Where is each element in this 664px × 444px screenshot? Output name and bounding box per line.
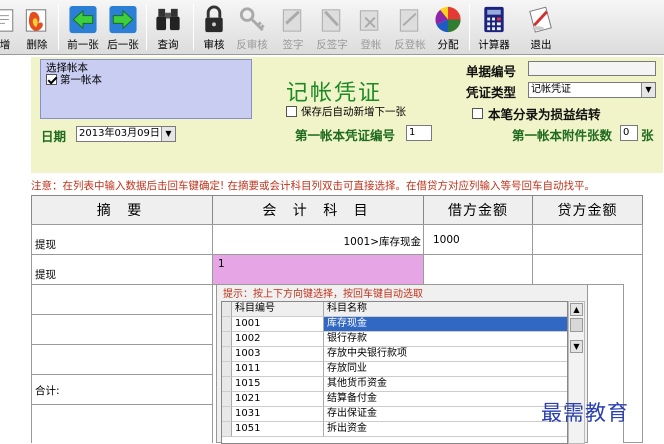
row2-account-input[interactable]: 1 [212,254,424,285]
row5-summary-cell[interactable] [31,344,213,375]
list-item[interactable]: 1031 存出保证金 [222,407,567,422]
profit-transfer-option[interactable]: 本笔分录为损益结转 [472,104,601,123]
voucher-no-label: 第一帐本凭证编号 [295,128,396,143]
doc-no-label: 单据编号 [466,64,517,79]
profit-transfer-checkbox[interactable] [472,108,483,119]
unpost-icon [399,9,419,32]
page-title: 记帐凭证 [286,81,383,106]
column-header-debit: 借方金额 [423,195,533,225]
attach-count-field[interactable]: 0 [620,125,638,141]
notice-text: 注意：在列表中输入数据后击回车键确定! 在摘要或会计科目列双击可直接选择。在借贷… [31,180,596,192]
unaudit-button[interactable]: 反审核 [233,2,271,52]
next-button[interactable]: 后一张 [104,2,142,52]
list-item[interactable]: 1011 存放同业 [222,362,567,377]
voucher-type-label: 凭证类型 [466,85,517,100]
unpost-button[interactable]: 反登帐 [391,2,429,52]
attach-unit: 张 [641,128,654,143]
add-icon [0,9,14,32]
calculator-button[interactable]: 计算器 [474,2,514,52]
chevron-down-icon: ▼ [641,83,655,97]
attach-label: 第一帐本附件张数 [512,128,613,143]
exit-button[interactable]: 退出 [524,2,558,52]
total-label: 合计: [35,385,60,397]
exit-icon [529,6,552,33]
list-item[interactable]: 1003 存放中央银行款项 [222,347,567,362]
column-header-account: 会 计 科 目 [212,195,424,225]
unlock-icon [239,7,265,32]
delete-icon [25,9,47,32]
account-picker-list[interactable]: 科目编号 科目名称 1001 库存现金 1002 银行存款 1003 存放中央银… [221,301,568,444]
account-picker-popup[interactable]: 提示：按上下方向键选择，按回车键自动选取 科目编号 科目名称 1001 库存现金… [216,284,588,444]
list-item[interactable]: 1051 拆出资金 [222,422,567,437]
lock-icon [205,5,223,33]
row1-debit-cell[interactable]: 1000 [423,224,533,255]
binoculars-icon [156,8,180,31]
post-icon [359,10,379,31]
left-arrow-icon [69,5,97,34]
sign-icon [282,9,302,32]
voucher-no-field[interactable]: 1 [406,125,432,141]
allocate-button[interactable]: 分配 [432,2,464,52]
voucher-type-select[interactable]: 记帐凭证 ▼ [528,82,656,98]
list-item[interactable]: 1021 结算备付金 [222,392,567,407]
account-set-checkbox[interactable] [46,74,57,85]
list-item[interactable]: 1002 银行存款 [222,332,567,347]
auto-new-option[interactable]: 保存后自动新增下一张 [286,104,406,119]
add-button[interactable]: 增 [0,2,18,52]
column-header-code: 科目编号 [232,302,324,317]
delete-button[interactable]: 删除 [20,2,54,52]
row2-summary-cell[interactable]: 提现 [31,254,213,285]
column-header-name: 科目名称 [324,302,567,317]
row2-debit-cell[interactable] [423,254,533,285]
row-extra-cell [31,404,213,443]
date-label: 日期 [41,129,67,144]
sign-button[interactable]: 签字 [276,2,310,52]
list-item[interactable]: 1001 库存现金 [222,317,567,332]
column-header-summary: 摘 要 [31,195,213,225]
doc-no-field[interactable] [528,61,656,76]
right-arrow-icon [109,5,137,34]
popup-hint: 提示：按上下方向键选择，按回车键自动选取 [223,289,423,300]
row1-credit-cell[interactable] [532,224,643,255]
unsign-icon [321,9,341,32]
toolbar: 增 删除 前一张 后一张 查询 审核 反审核 签字 反签字 登帐 反登帐 分配 … [0,0,664,55]
query-button[interactable]: 查询 [151,2,185,52]
total-row: 合计: [31,374,213,405]
auto-new-checkbox[interactable] [286,106,297,117]
prev-button[interactable]: 前一张 [64,2,102,52]
date-picker[interactable]: 2013年03月09日 ▼ [76,126,176,142]
list-item[interactable]: 1015 其他货币资金 [222,377,567,392]
list-header-row: 科目编号 科目名称 [222,302,567,317]
pie-chart-icon [435,6,461,33]
row2-credit-cell[interactable] [532,254,643,285]
scroll-thumb[interactable] [570,318,583,332]
chevron-down-icon: ▼ [161,127,175,141]
column-header-credit: 贷方金额 [532,195,643,225]
account-set-item[interactable]: 第一帐本 [46,72,102,87]
account-set-group: 选择帐本 第一帐本 [40,59,252,119]
scroll-up-icon[interactable]: ▲ [570,303,583,316]
calculator-icon [484,6,504,33]
post-button[interactable]: 登帐 [356,2,386,52]
watermark-logo: 最需教育 [541,401,629,425]
row4-summary-cell[interactable] [31,314,213,345]
audit-button[interactable]: 审核 [198,2,230,52]
row1-account-cell[interactable]: 1001>库存现金 [212,224,424,255]
row3-summary-cell[interactable] [31,284,213,315]
row1-summary-cell[interactable]: 提现 [31,224,213,255]
unsign-button[interactable]: 反签字 [313,2,351,52]
scroll-down-icon[interactable]: ▼ [570,340,583,353]
